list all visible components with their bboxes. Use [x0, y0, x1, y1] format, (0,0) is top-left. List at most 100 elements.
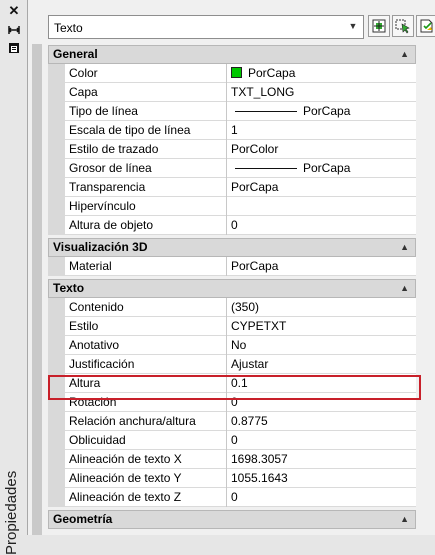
row-gutter: [48, 488, 65, 507]
property-value-text: PorColor: [231, 142, 279, 156]
property-value-text: PorCapa: [231, 259, 279, 273]
property-value-text: 0.1: [231, 376, 248, 390]
property-value[interactable]: TXT_LONG: [228, 83, 416, 102]
property-value-text: 1698.3057: [231, 452, 288, 466]
quick-select-button[interactable]: [416, 15, 435, 37]
property-row[interactable]: Estilo CYPETXT: [48, 317, 416, 336]
property-value[interactable]: CYPETXT: [228, 317, 416, 336]
property-value-text: 1: [231, 123, 238, 137]
select-objects-button[interactable]: [392, 15, 414, 37]
property-row[interactable]: Escala de tipo de línea 1: [48, 121, 416, 140]
category-header-geometr-a[interactable]: Geometría ▲: [48, 510, 416, 529]
property-value[interactable]: PorCapa: [228, 257, 416, 276]
property-row[interactable]: Estilo de trazado PorColor: [48, 140, 416, 159]
toggle-pickadd-button[interactable]: [368, 15, 390, 37]
category-header-texto[interactable]: Texto ▲: [48, 279, 416, 298]
panel-left-bar: [32, 44, 42, 535]
property-value-text: 0: [231, 490, 238, 504]
property-value-text: CYPETXT: [231, 319, 287, 333]
row-gutter: [48, 298, 65, 317]
property-row[interactable]: Altura 0.1: [48, 374, 416, 393]
property-value[interactable]: 0.1: [228, 374, 416, 393]
property-row[interactable]: Alineación de texto Y 1055.1643: [48, 469, 416, 488]
property-row[interactable]: Justificación Ajustar: [48, 355, 416, 374]
property-row[interactable]: Hipervínculo: [48, 197, 416, 216]
collapse-icon[interactable]: ▲: [400, 46, 409, 63]
property-row[interactable]: Tipo de línea PorCapa: [48, 102, 416, 121]
property-name: Alineación de texto Y: [65, 469, 227, 488]
row-gutter: [48, 159, 65, 178]
property-name: Escala de tipo de línea: [65, 121, 227, 140]
category-title: Texto: [53, 281, 85, 295]
collapse-icon[interactable]: ▲: [400, 239, 409, 256]
property-name: Capa: [65, 83, 227, 102]
row-gutter: [48, 102, 65, 121]
auto-hide-icon[interactable]: [5, 23, 23, 37]
property-value[interactable]: PorCapa: [228, 64, 416, 83]
property-row[interactable]: Material PorCapa: [48, 257, 416, 276]
quick-select-icon: [420, 19, 433, 33]
row-gutter: [48, 355, 65, 374]
property-value-text: (350): [231, 300, 260, 314]
property-value-text: 0: [231, 395, 238, 409]
linetype-preview-icon: [235, 168, 297, 170]
property-name: Anotativo: [65, 336, 227, 355]
property-value[interactable]: (350): [228, 298, 416, 317]
property-row[interactable]: Alineación de texto Z 0: [48, 488, 416, 507]
property-value[interactable]: 0: [228, 488, 416, 507]
collapse-icon[interactable]: ▲: [400, 511, 409, 528]
row-gutter: [48, 140, 65, 159]
property-value[interactable]: PorCapa: [228, 159, 416, 178]
property-row[interactable]: Transparencia PorCapa: [48, 178, 416, 197]
selected-object-type: Texto: [54, 21, 83, 35]
property-value-text: PorCapa: [231, 180, 279, 194]
property-row[interactable]: Alineación de texto X 1698.3057: [48, 450, 416, 469]
row-gutter: [48, 469, 65, 488]
select-objects-icon: [395, 19, 410, 34]
property-row[interactable]: Contenido (350): [48, 298, 416, 317]
property-value[interactable]: 0: [228, 216, 416, 235]
property-value[interactable]: 1055.1643: [228, 469, 416, 488]
property-value[interactable]: No: [228, 336, 416, 355]
property-value-text: PorCapa: [303, 104, 351, 118]
property-row[interactable]: Oblicuidad 0: [48, 431, 416, 450]
property-row[interactable]: Altura de objeto 0: [48, 216, 416, 235]
property-value[interactable]: 0.8775: [228, 412, 416, 431]
property-value-text: 1055.1643: [231, 471, 288, 485]
collapse-icon[interactable]: ▲: [400, 280, 409, 297]
property-value[interactable]: 0: [228, 393, 416, 412]
property-value[interactable]: 0: [228, 431, 416, 450]
category-header-visualizaci-n-3d[interactable]: Visualización 3D ▲: [48, 238, 416, 257]
property-row[interactable]: Rotación 0: [48, 393, 416, 412]
property-value[interactable]: [228, 197, 416, 216]
property-name: Altura de objeto: [65, 216, 227, 235]
chevron-down-icon[interactable]: ▼: [347, 21, 359, 33]
row-gutter: [48, 257, 65, 276]
property-row[interactable]: Capa TXT_LONG: [48, 83, 416, 102]
property-row[interactable]: Grosor de línea PorCapa: [48, 159, 416, 178]
property-value[interactable]: Ajustar: [228, 355, 416, 374]
category-header-general[interactable]: General ▲: [48, 45, 416, 64]
palette-title-bar: ✕ Propiedades: [0, 0, 28, 555]
property-value[interactable]: PorCapa: [228, 102, 416, 121]
property-grid: General ▲ Color PorCapa Capa TXT_LONG Tipo de …: [48, 45, 416, 529]
close-icon[interactable]: ✕: [5, 3, 23, 18]
object-type-dropdown[interactable]: Texto ▼: [48, 15, 364, 39]
property-value[interactable]: 1698.3057: [228, 450, 416, 469]
property-value[interactable]: 1: [228, 121, 416, 140]
row-gutter: [48, 178, 65, 197]
property-name: Justificación: [65, 355, 227, 374]
category-title: Visualización 3D: [53, 240, 148, 254]
property-row[interactable]: Color PorCapa: [48, 64, 416, 83]
properties-menu-icon[interactable]: [5, 41, 23, 55]
property-value[interactable]: PorCapa: [228, 178, 416, 197]
property-row[interactable]: Relación anchura/altura 0.8775: [48, 412, 416, 431]
property-name: Estilo: [65, 317, 227, 336]
property-row[interactable]: Anotativo No: [48, 336, 416, 355]
row-gutter: [48, 431, 65, 450]
property-value[interactable]: PorColor: [228, 140, 416, 159]
property-value-text: PorCapa: [303, 161, 351, 175]
vertical-scrollbar[interactable]: [418, 45, 435, 535]
row-gutter: [48, 374, 65, 393]
row-gutter: [48, 216, 65, 235]
